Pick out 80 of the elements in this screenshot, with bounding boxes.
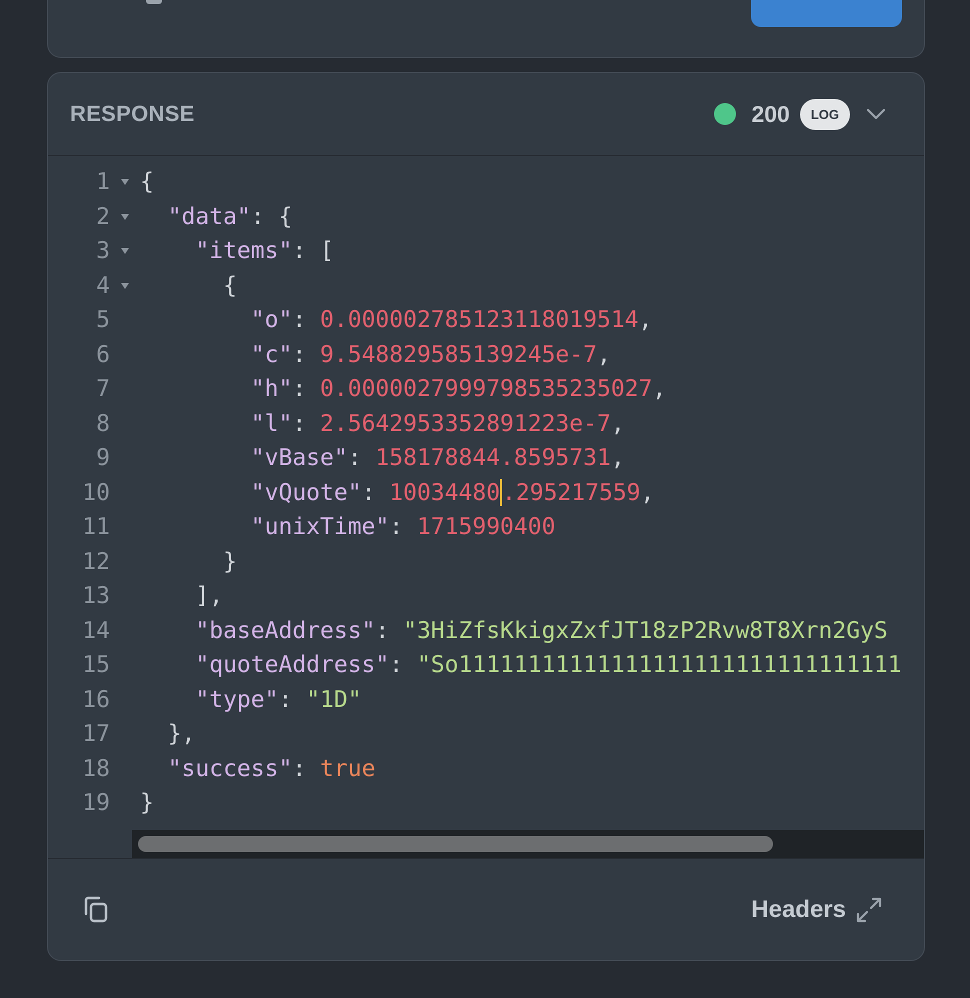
json-number: 9.548829585139245e-7 bbox=[320, 342, 597, 368]
line-number: 6 bbox=[95, 342, 110, 368]
json-punctuation: : bbox=[278, 686, 294, 713]
fold-arrow-icon[interactable] bbox=[120, 280, 130, 291]
json-punctuation: , bbox=[652, 376, 666, 402]
line-number: 12 bbox=[81, 548, 110, 575]
json-number: 0.0000027999798535235027 bbox=[320, 376, 652, 402]
json-number: 1715990400 bbox=[416, 514, 556, 540]
json-number: .295217559 bbox=[502, 480, 641, 506]
json-punctuation: : { bbox=[250, 204, 292, 230]
json-punctuation: { bbox=[140, 169, 154, 196]
json-number: 158178844.8595731 bbox=[375, 445, 611, 472]
line-number: 14 bbox=[81, 618, 110, 644]
json-punctuation: : bbox=[362, 480, 376, 506]
json-punctuation: : bbox=[292, 756, 308, 782]
log-badge[interactable]: LOG bbox=[800, 98, 850, 130]
json-punctuation: }, bbox=[166, 721, 196, 748]
json-key: "success" bbox=[140, 756, 292, 782]
json-punctuation: : [ bbox=[292, 238, 334, 264]
line-number: 16 bbox=[81, 686, 110, 713]
status-code: 200 bbox=[751, 100, 790, 128]
line-number: 8 bbox=[95, 410, 110, 437]
json-punctuation: , bbox=[596, 342, 611, 368]
headers-link[interactable]: Headers bbox=[751, 896, 846, 924]
json-number: 10034480 bbox=[389, 480, 500, 506]
json-string: "1D" bbox=[306, 686, 362, 713]
json-punctuation: : bbox=[292, 342, 308, 368]
json-punctuation: : bbox=[292, 307, 308, 334]
json-string: "3HiZfsKkigxZxfJT18zP2Rvw8T8Xrn2GyS bbox=[403, 618, 888, 644]
json-punctuation: } bbox=[140, 790, 154, 816]
line-number: 4 bbox=[95, 272, 110, 299]
line-number: 17 bbox=[81, 721, 110, 748]
json-punctuation: : bbox=[375, 618, 390, 644]
fold-arrow-icon[interactable] bbox=[120, 212, 130, 222]
json-key: "vQuote" bbox=[140, 480, 362, 506]
json-key: "unixTime" bbox=[140, 514, 390, 540]
json-boolean: true bbox=[320, 756, 376, 782]
line-number: 19 bbox=[81, 790, 110, 816]
line-number: 1 bbox=[95, 169, 110, 196]
line-number: 5 bbox=[95, 307, 110, 334]
json-number: 0.000002785123118019514 bbox=[320, 307, 639, 334]
line-number: 13 bbox=[81, 583, 110, 610]
json-punctuation: { bbox=[222, 272, 237, 299]
json-key: "c" bbox=[140, 342, 292, 368]
scrollbar-thumb[interactable] bbox=[138, 836, 773, 852]
line-number: 15 bbox=[81, 652, 110, 678]
json-punctuation: : bbox=[292, 376, 308, 402]
json-punctuation: : bbox=[292, 410, 308, 437]
json-punctuation: , bbox=[640, 480, 654, 506]
json-string: "So11111111111111111111111111111111 bbox=[416, 652, 902, 678]
json-key: "l" bbox=[140, 410, 292, 437]
line-number: 9 bbox=[95, 445, 110, 472]
line-number: 2 bbox=[95, 204, 110, 230]
json-key: "h" bbox=[140, 376, 292, 402]
line-number: 10 bbox=[81, 480, 110, 506]
json-key: "o" bbox=[140, 307, 292, 334]
line-number: 7 bbox=[95, 376, 110, 402]
json-punctuation: } bbox=[222, 548, 237, 575]
fold-arrow-icon[interactable] bbox=[120, 246, 130, 256]
panel-title: RESPONSE bbox=[70, 101, 195, 127]
json-punctuation: ], bbox=[194, 583, 224, 610]
json-key: "items" bbox=[140, 238, 292, 264]
json-punctuation: , bbox=[610, 410, 625, 437]
json-key: "baseAddress" bbox=[140, 618, 376, 644]
chevron-icon[interactable] bbox=[866, 108, 886, 120]
json-key: "quoteAddress" bbox=[140, 652, 390, 678]
json-key: "data" bbox=[140, 204, 251, 230]
json-key: "type" bbox=[140, 686, 278, 713]
line-number: 18 bbox=[81, 756, 110, 782]
line-number: 3 bbox=[95, 238, 110, 264]
scrollbar[interactable] bbox=[132, 830, 924, 858]
json-key: "vBase" bbox=[140, 445, 348, 472]
json-punctuation: : bbox=[389, 652, 404, 678]
line-number: 11 bbox=[81, 514, 110, 540]
json-punctuation: , bbox=[610, 445, 625, 472]
fold-arrow-icon[interactable] bbox=[120, 177, 130, 188]
json-punctuation: , bbox=[638, 307, 652, 334]
json-punctuation: : bbox=[348, 445, 363, 472]
json-number: 2.5642953352891223e-7 bbox=[320, 410, 611, 437]
json-punctuation: : bbox=[389, 514, 404, 540]
